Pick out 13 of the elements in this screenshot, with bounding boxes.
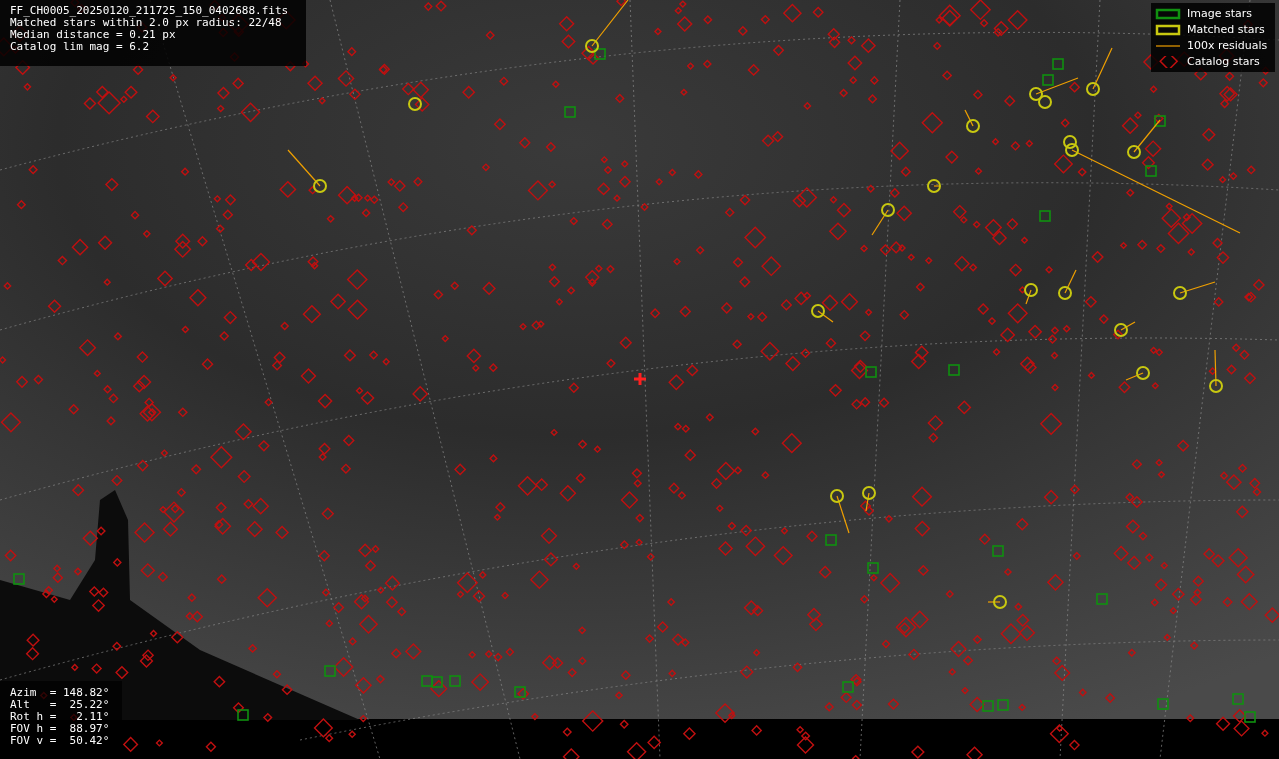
- pointing-text: Rot h = 2.11°: [10, 711, 111, 723]
- pointing-text: Alt = 25.22°: [10, 699, 111, 711]
- pointing-text: FOV h = 88.97°: [10, 723, 111, 735]
- info-text: Median distance = 0.21 px: [10, 29, 177, 41]
- pointing-text: Azim = 148.82°: [10, 687, 111, 699]
- info-text: Catalog lim mag = 6.2: [10, 41, 151, 53]
- info-text: Matched stars within 2.0 px radius: 22/48: [10, 17, 282, 29]
- info-text: FF_CH0005_20250120_211725_150_0402688.fits: [10, 5, 290, 17]
- legend-label: Matched stars: [1187, 23, 1265, 36]
- legend-label: 100x residuals: [1187, 39, 1268, 52]
- legend-label: Catalog stars: [1187, 55, 1260, 68]
- legend-label: Image stars: [1187, 7, 1252, 20]
- pointing-text: FOV v = 50.42°: [10, 735, 111, 747]
